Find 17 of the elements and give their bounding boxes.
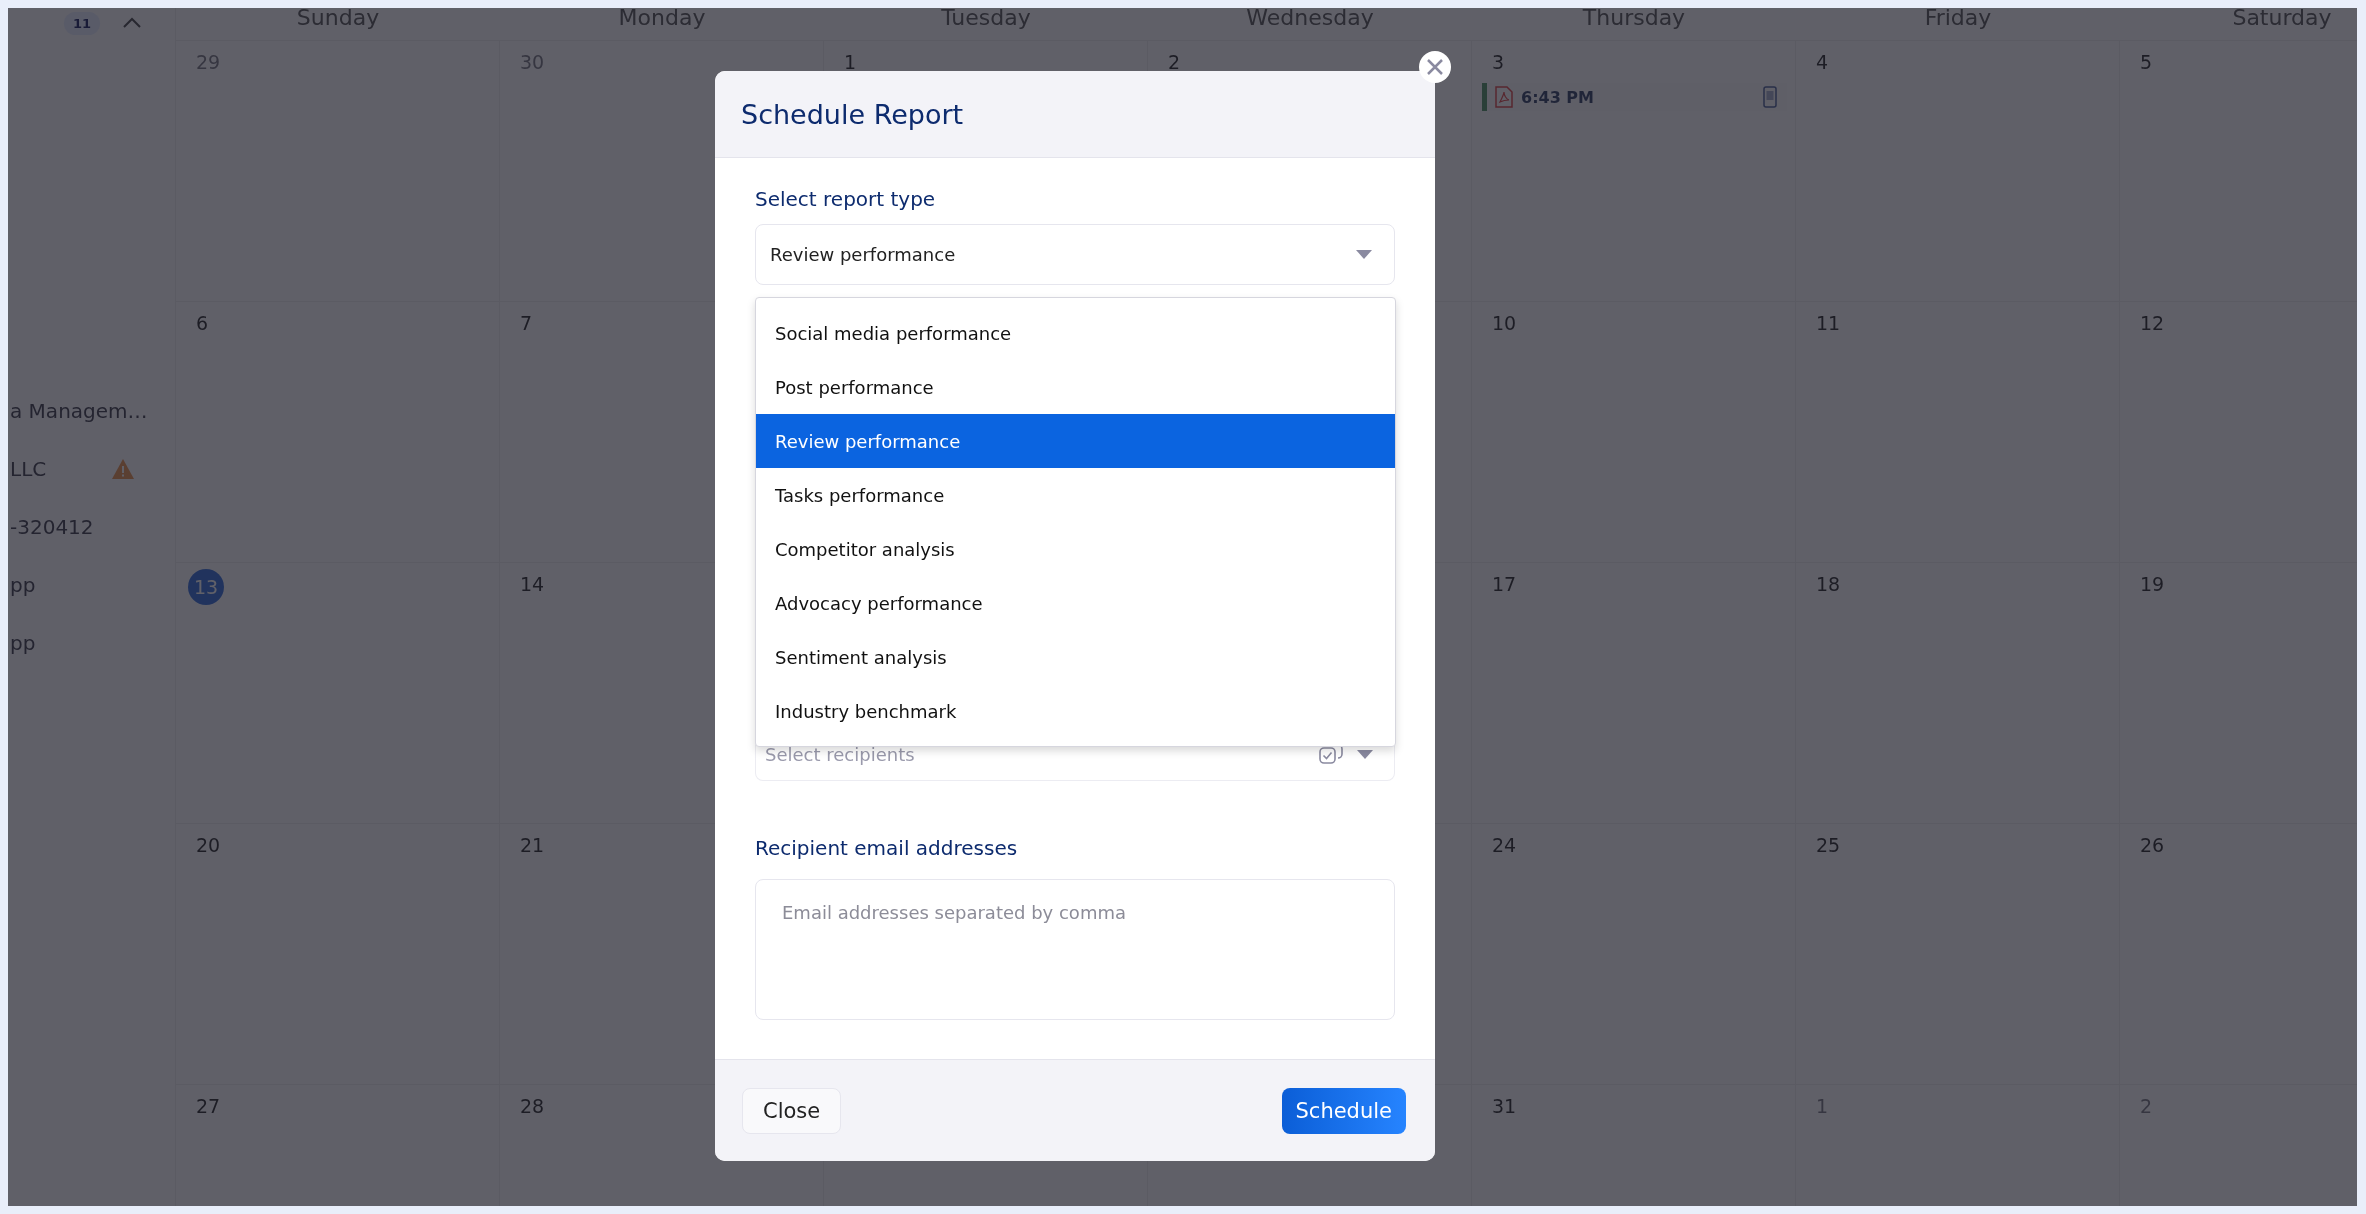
dropdown-option[interactable]: Competitor analysis xyxy=(756,522,1395,576)
dropdown-option[interactable]: Review performance xyxy=(756,414,1395,468)
schedule-button[interactable]: Schedule xyxy=(1281,1087,1406,1134)
field-label: Select report type xyxy=(755,186,937,212)
dialog-title: Schedule Report xyxy=(741,98,964,130)
dropdown-option[interactable]: Sentiment analysis xyxy=(756,630,1395,684)
close-button[interactable]: Close xyxy=(742,1087,842,1134)
report-type-select[interactable]: Review performance xyxy=(755,224,1395,285)
caret-down-icon xyxy=(1357,750,1373,759)
dropdown-option[interactable]: Social media performance xyxy=(756,306,1395,360)
dropdown-option[interactable]: Advocacy performance xyxy=(756,576,1395,630)
event-time: 6:43 PM xyxy=(1521,87,1595,107)
dropdown-option[interactable]: Tasks performance xyxy=(756,468,1395,522)
caret-down-icon xyxy=(1356,250,1372,259)
email-addresses-field[interactable]: Email addresses separated by comma xyxy=(755,879,1395,1020)
dropdown-option[interactable]: Post performance xyxy=(756,360,1395,414)
field-label: Recipient email addresses xyxy=(755,835,1019,861)
